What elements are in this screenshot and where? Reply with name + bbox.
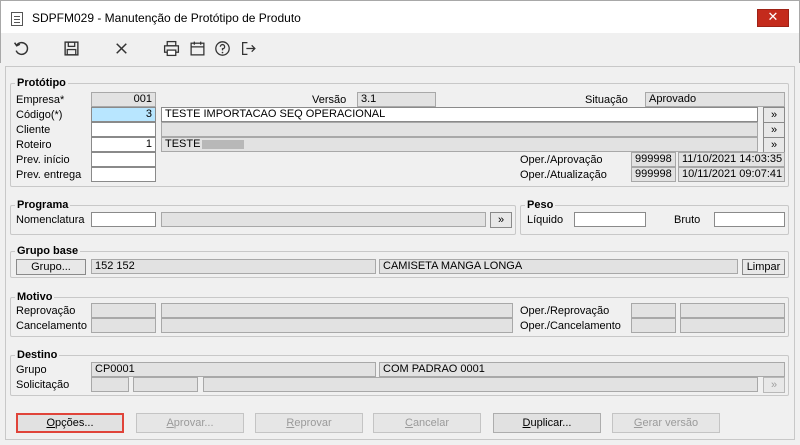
calendar-icon[interactable] <box>187 38 207 58</box>
roteiro-label: Roteiro <box>16 139 52 151</box>
prototipo-title: Protótipo <box>15 77 68 89</box>
empresa-field[interactable]: 001 <box>91 92 156 107</box>
cancelamento-label: Cancelamento <box>16 320 87 332</box>
gerar-versao-label: erar versão <box>642 417 699 429</box>
cliente-label: Cliente <box>16 124 51 136</box>
solicitacao-label: Solicitação <box>16 379 70 391</box>
solicitacao-description <box>203 377 758 392</box>
liquido-label: Líquido <box>527 214 564 226</box>
window-title: SDPFM029 - Manutenção de Protótipo de Pr… <box>32 11 301 25</box>
cancelar-button[interactable]: Cancelar <box>373 413 481 433</box>
codigo-description: TESTE IMPORTACAO SEQ OPERACIONAL <box>161 107 758 122</box>
reprovar-button[interactable]: Reprovar <box>255 413 363 433</box>
help-icon[interactable] <box>212 38 232 58</box>
cliente-description <box>161 122 758 137</box>
reprovacao-code <box>91 303 156 318</box>
bruto-label: Bruto <box>674 214 701 226</box>
prev-entrega-field[interactable] <box>91 167 156 182</box>
grupo-base-code: 152 152 <box>91 259 376 274</box>
oper-cancelamento-user <box>631 318 676 333</box>
grupo-base-title: Grupo base <box>15 245 81 257</box>
oper-aprovacao-user: 999998 <box>631 152 676 167</box>
opcoes-button[interactable]: Opções... <box>16 413 124 433</box>
destino-grupo-description: COM PADRAO 0001 <box>379 362 785 377</box>
oper-reprovacao-label: Oper./Reprovação <box>520 305 610 317</box>
destino-grupo-label: Grupo <box>16 364 47 376</box>
duplicar-button[interactable]: Duplicar... <box>493 413 601 433</box>
oper-atualizacao-label: Oper./Atualização <box>520 169 607 181</box>
opcoes-label: pções... <box>55 417 94 429</box>
oper-aprovacao-label: Oper./Aprovação <box>520 154 603 166</box>
solicitacao-lookup-button[interactable]: » <box>763 377 785 393</box>
window-close-button[interactable]: ✕ <box>757 9 789 27</box>
cancelamento-description <box>161 318 513 333</box>
nomenclatura-description <box>161 212 486 227</box>
destino-grupo-code: CP0001 <box>91 362 376 377</box>
nomenclatura-field[interactable] <box>91 212 156 227</box>
roteiro-desc-text: TESTE <box>165 138 201 150</box>
aprovar-button[interactable]: Aprovar... <box>136 413 244 433</box>
cancelamento-code <box>91 318 156 333</box>
peso-title: Peso <box>525 199 556 211</box>
exit-icon[interactable] <box>238 38 258 58</box>
versao-field[interactable]: 3.1 <box>357 92 436 107</box>
cancelar-accel: C <box>404 417 413 429</box>
redacted-text <box>202 139 245 149</box>
situacao-label: Situação <box>585 94 628 106</box>
oper-aprovacao-date: 11/10/2021 14:03:35 <box>678 152 785 167</box>
cliente-field[interactable] <box>91 122 156 137</box>
programa-title: Programa <box>15 199 71 211</box>
solicitacao-code <box>133 377 198 392</box>
nomenclatura-label: Nomenclatura <box>16 214 85 226</box>
undo-icon[interactable] <box>11 38 31 58</box>
gerar-versao-button[interactable]: Gerar versão <box>612 413 720 433</box>
cancelar-label: ancelar <box>412 417 450 429</box>
bruto-field[interactable] <box>714 212 785 227</box>
destino-title: Destino <box>15 349 60 361</box>
limpar-button[interactable]: Limpar <box>742 259 785 275</box>
duplicar-label: uplicar... <box>530 417 572 429</box>
roteiro-lookup-button[interactable]: » <box>763 137 785 153</box>
document-icon <box>11 12 23 26</box>
empresa-label: Empresa* <box>16 94 65 106</box>
codigo-lookup-button[interactable]: » <box>763 107 785 123</box>
solicitacao-empresa <box>91 377 129 392</box>
nomenclatura-lookup-button[interactable]: » <box>490 212 512 228</box>
situacao-field[interactable]: Aprovado <box>645 92 785 107</box>
oper-cancelamento-date <box>680 318 785 333</box>
liquido-field[interactable] <box>574 212 646 227</box>
reprovar-label: eprovar <box>294 417 332 429</box>
codigo-label: Código(*) <box>16 109 63 121</box>
title-bar: SDPFM029 - Manutenção de Protótipo de Pr… <box>0 0 800 33</box>
print-icon[interactable] <box>161 38 181 58</box>
aprovar-accel: A <box>166 417 174 429</box>
oper-reprovacao-date <box>680 303 785 318</box>
oper-reprovacao-user <box>631 303 676 318</box>
grupo-base-description: CAMISETA MANGA LONGA <box>379 259 738 274</box>
form-panel: Protótipo Empresa* 001 Versão 3.1 Situaç… <box>5 66 795 440</box>
prev-inicio-field[interactable] <box>91 152 156 167</box>
versao-label: Versão <box>312 94 347 106</box>
codigo-field[interactable]: 3 <box>91 107 156 122</box>
close-icon[interactable] <box>111 38 131 58</box>
prev-entrega-label: Prev. entrega <box>16 169 82 181</box>
toolbar <box>0 33 800 63</box>
cliente-lookup-button[interactable]: » <box>763 122 785 138</box>
roteiro-description: TESTE <box>161 137 758 152</box>
oper-cancelamento-label: Oper./Cancelamento <box>520 320 621 332</box>
oper-atualizacao-user: 999998 <box>631 167 676 182</box>
aprovar-label: provar... <box>173 417 214 429</box>
reprovacao-label: Reprovação <box>16 305 76 317</box>
grupo-button[interactable]: Grupo... <box>16 259 86 275</box>
prev-inicio-label: Prev. início <box>16 154 70 166</box>
motivo-title: Motivo <box>15 291 55 303</box>
roteiro-field[interactable]: 1 <box>91 137 156 152</box>
reprovacao-description <box>161 303 513 318</box>
save-icon[interactable] <box>61 38 81 58</box>
opcoes-accel: O <box>46 417 56 429</box>
oper-atualizacao-date: 10/11/2021 09:07:41 <box>678 167 785 182</box>
